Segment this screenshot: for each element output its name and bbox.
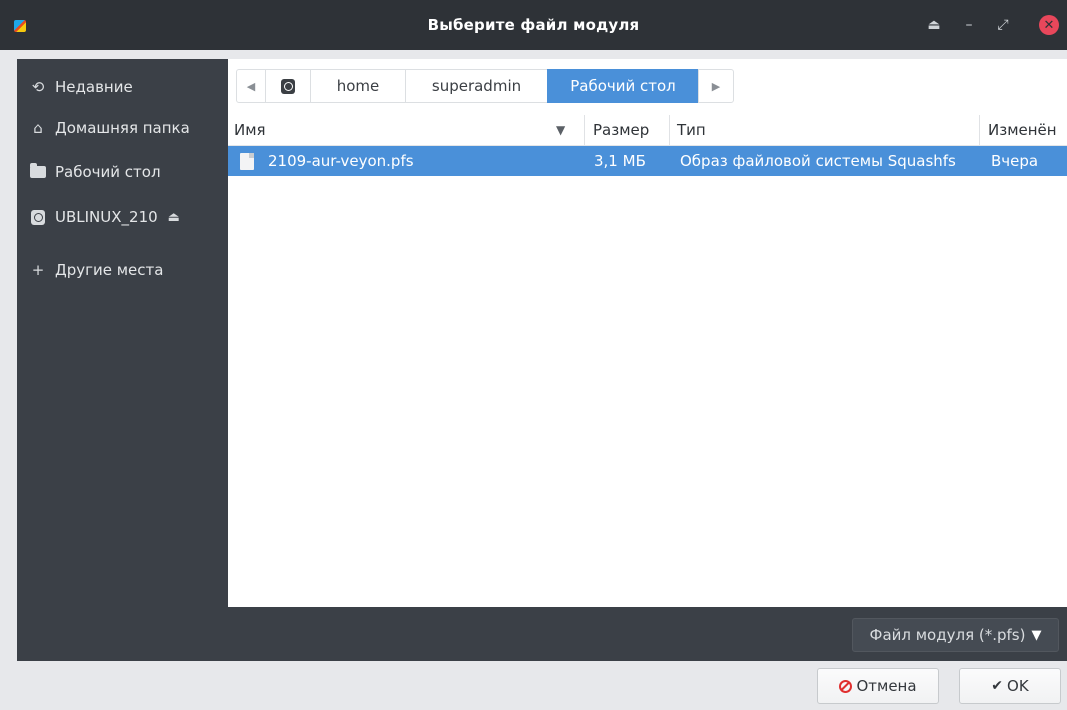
file-filter-dropdown[interactable]: Файл модуля (*.pfs) ▼ [852, 618, 1059, 652]
column-size[interactable]: Размер [584, 115, 659, 145]
checkmark-icon: ✔ [991, 678, 1004, 694]
sidebar-item-label: UBLINUX_210 [55, 208, 158, 226]
column-type[interactable]: Тип [669, 115, 979, 145]
column-size-label: Размер [593, 121, 650, 139]
column-type-label: Тип [677, 121, 706, 139]
sidebar-item-label: Домашняя папка [55, 119, 190, 137]
file-name: 2109-aur-veyon.pfs [268, 152, 414, 170]
column-header: Имя ▼ Размер Тип Изменён [228, 115, 1067, 146]
sidebar-item-other-places[interactable]: + Другие места [17, 252, 228, 288]
sort-descending-icon: ▼ [556, 123, 566, 137]
drive-icon [28, 209, 48, 225]
window-title: Выберите файл модуля [427, 16, 640, 34]
eject-window-icon[interactable]: ⏏ [923, 13, 945, 37]
filter-bar: Файл модуля (*.pfs) ▼ [17, 607, 1067, 661]
title-bar: Выберите файл модуля ⏏ – ⤢ ✕ [0, 0, 1067, 50]
path-segment-superadmin[interactable]: superadmin [405, 69, 548, 103]
close-button[interactable]: ✕ [1039, 15, 1059, 35]
path-scroll-right-button[interactable]: ▶ [698, 69, 734, 103]
cancel-button[interactable]: Отмена [817, 668, 939, 704]
plus-icon: + [31, 261, 45, 279]
path-segment-desktop[interactable]: Рабочий стол [547, 69, 699, 103]
path-segment-home[interactable]: home [310, 69, 406, 103]
places-sidebar: ⟲ Недавние ⌂ Домашняя папка Рабочий стол… [17, 59, 228, 607]
file-row[interactable]: 2109-aur-veyon.pfs 3,1 МБ Образ файловой… [228, 146, 1067, 176]
column-modified[interactable]: Изменён [979, 115, 1067, 145]
folder-icon [28, 163, 48, 178]
minimize-button[interactable]: – [958, 13, 980, 37]
column-name[interactable]: Имя [234, 115, 266, 145]
column-modified-label: Изменён [988, 121, 1057, 139]
cancel-label: Отмена [856, 677, 917, 695]
sidebar-item-recent[interactable]: ⟲ Недавние [17, 69, 228, 105]
sidebar-item-desktop[interactable]: Рабочий стол [17, 154, 228, 190]
path-bar: ◀ home superadmin Рабочий стол ▶ [228, 59, 1067, 115]
file-modified: Вчера [991, 152, 1039, 170]
ok-label: OK [1007, 677, 1029, 695]
drive-icon [281, 78, 295, 94]
file-filter-label: Файл модуля (*.pfs) [869, 626, 1026, 644]
file-list-pane: ◀ home superadmin Рабочий стол ▶ Имя ▼ Р… [228, 59, 1067, 607]
maximize-button[interactable]: ⤢ [992, 13, 1014, 37]
caret-down-icon: ▼ [1031, 627, 1042, 643]
dialog-buttons: Отмена ✔ OK [17, 661, 1067, 710]
app-icon [14, 20, 26, 32]
ok-button[interactable]: ✔ OK [959, 668, 1061, 704]
chevron-left-icon: ◀ [246, 79, 256, 93]
cancel-icon [839, 679, 853, 693]
file-icon [240, 146, 254, 176]
sidebar-item-label: Другие места [55, 261, 164, 279]
sidebar-item-label: Рабочий стол [55, 163, 161, 181]
home-icon: ⌂ [33, 119, 43, 137]
sidebar-item-label: Недавние [55, 78, 133, 96]
window-frame-left [0, 59, 17, 710]
path-root-button[interactable] [265, 69, 311, 103]
sidebar-item-home[interactable]: ⌂ Домашняя папка [17, 110, 228, 146]
file-size: 3,1 МБ [594, 152, 646, 170]
eject-icon[interactable]: ⏏ [168, 210, 180, 225]
recent-icon: ⟲ [31, 78, 45, 96]
sidebar-item-ublinux[interactable]: UBLINUX_210 ⏏ [17, 199, 228, 235]
path-scroll-left-button[interactable]: ◀ [236, 69, 266, 103]
file-type: Образ файловой системы Squashfs [680, 152, 956, 170]
chevron-right-icon: ▶ [711, 79, 721, 93]
window-frame-top [0, 50, 1067, 59]
